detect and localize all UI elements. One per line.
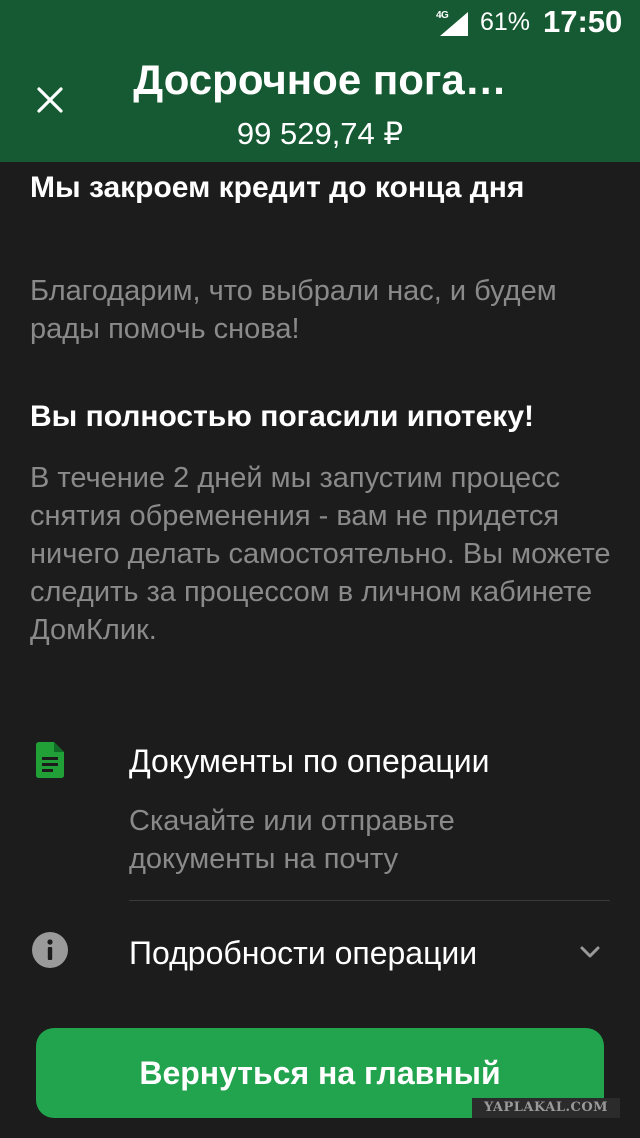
- watermark: YAPLAKAL.COM: [472, 1098, 620, 1118]
- documents-title: Документы по операции: [129, 743, 490, 779]
- documents-subtitle: Скачайте или отправьте документы на почт…: [129, 805, 455, 875]
- divider: [129, 900, 610, 901]
- close-icon: [37, 87, 63, 113]
- info-icon: [32, 932, 68, 968]
- chevron-down-icon[interactable]: [578, 944, 602, 960]
- operation-amount: 99 529,74 ₽: [236, 116, 404, 151]
- page-title: Досрочное пога…: [133, 56, 507, 103]
- thanks-text: Благодарим, что выбрали нас, и будем рад…: [30, 275, 557, 345]
- clock: 17:50: [543, 4, 623, 39]
- signal-icon: [440, 12, 468, 36]
- app-bar: Досрочное пога… 99 529,74 ₽: [0, 50, 640, 162]
- document-icon: [36, 742, 64, 778]
- status-bar: 4G 61% 17:50: [0, 0, 640, 50]
- close-button[interactable]: [22, 72, 78, 128]
- mortgage-paid-heading: Вы полностью погасили ипотеку!: [30, 400, 534, 433]
- signal-indicator: 4G: [436, 10, 468, 36]
- loan-close-heading: Мы закроем кредит до конца дня: [30, 171, 525, 204]
- details-title: Подробности операции: [129, 935, 478, 971]
- battery-percentage: 61%: [480, 8, 531, 36]
- encumbrance-info-text: В течение 2 дней мы запустим процесс сня…: [30, 462, 611, 646]
